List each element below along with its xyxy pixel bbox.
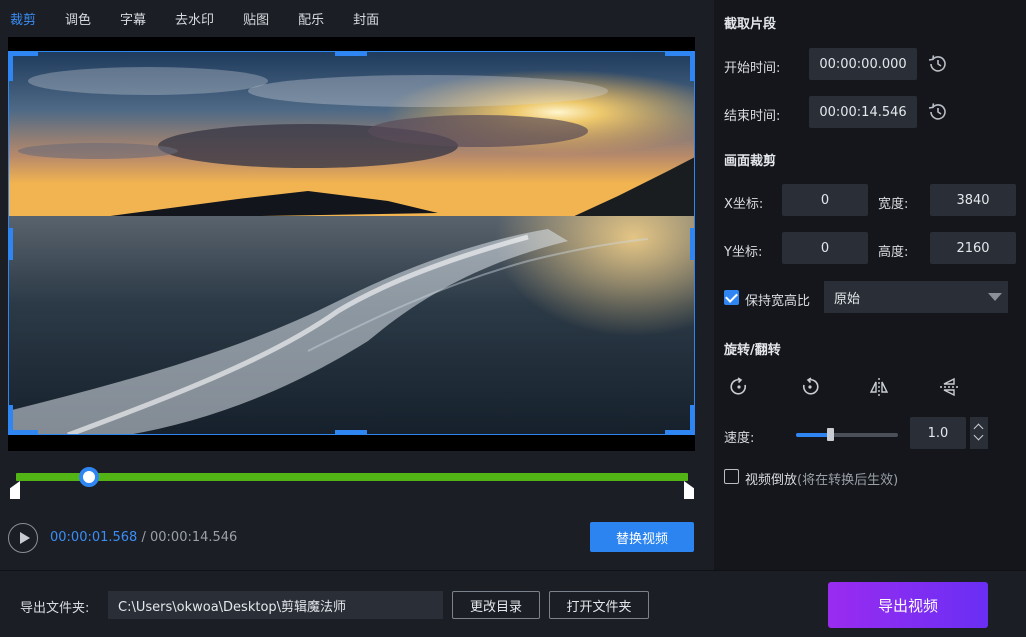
trim-timeline[interactable] — [10, 467, 694, 503]
speed-stepper[interactable] — [970, 417, 988, 449]
trim-end-handle[interactable] — [684, 481, 694, 499]
reverse-label: 视频倒放(将在转换后生效) — [745, 469, 898, 488]
trim-start-handle[interactable] — [10, 481, 20, 499]
change-directory-button[interactable]: 更改目录 — [452, 591, 540, 619]
reverse-label-text: 视频倒放 — [745, 473, 798, 488]
tab-cover[interactable]: 封面 — [353, 9, 379, 28]
export-video-button[interactable]: 导出视频 — [828, 582, 988, 628]
crop-handle-bl[interactable] — [8, 405, 13, 435]
crop-handle-top[interactable] — [335, 51, 367, 56]
timeline-track[interactable] — [16, 473, 688, 481]
reverse-checkbox[interactable] — [724, 469, 739, 484]
history-icon[interactable] — [926, 100, 950, 124]
width-input[interactable]: 3840 — [930, 184, 1016, 216]
playhead-knob[interactable] — [78, 467, 99, 487]
flip-vertical-icon[interactable] — [938, 376, 960, 398]
history-icon[interactable] — [926, 52, 950, 76]
speed-slider[interactable] — [796, 428, 898, 441]
ratio-select[interactable]: 原始 — [824, 281, 1008, 313]
end-time-input[interactable]: 00:00:14.546 — [809, 96, 917, 128]
crop-handle-tr[interactable] — [690, 51, 695, 81]
height-input[interactable]: 2160 — [930, 232, 1016, 264]
export-bar: 导出文件夹: C:\Users\okwoa\Desktop\剪辑魔法师 更改目录… — [0, 570, 1026, 637]
time-separator: / — [137, 530, 150, 545]
start-time-label: 开始时间: — [724, 61, 781, 76]
speed-slider-fill — [796, 433, 830, 437]
settings-panel: 截取片段 开始时间: 00:00:00.000 结束时间: 00:00:14.5… — [714, 0, 1026, 570]
speed-input[interactable]: 1.0 — [910, 417, 966, 449]
crop-handle-bottom[interactable] — [335, 430, 367, 435]
tab-watermark[interactable]: 去水印 — [175, 9, 214, 28]
crop-handle-tl[interactable] — [8, 51, 13, 81]
tab-sticker[interactable]: 贴图 — [243, 9, 269, 28]
crop-section-title: 画面裁剪 — [724, 154, 777, 169]
open-folder-button[interactable]: 打开文件夹 — [549, 591, 649, 619]
crop-rectangle[interactable] — [8, 51, 695, 435]
total-time: 00:00:14.546 — [150, 530, 238, 545]
flip-horizontal-icon[interactable] — [868, 376, 890, 398]
crop-handle-right[interactable] — [690, 228, 695, 260]
tab-subtitle[interactable]: 字幕 — [120, 9, 146, 28]
play-button[interactable] — [8, 523, 38, 553]
end-time-label: 结束时间: — [724, 109, 781, 124]
x-coord-label: X坐标: — [724, 197, 764, 212]
keep-ratio-label: 保持宽高比 — [745, 294, 811, 309]
speed-label: 速度: — [724, 431, 755, 446]
keep-ratio-checkbox[interactable] — [724, 290, 739, 305]
ratio-select-value: 原始 — [834, 291, 861, 307]
rotate-counterclockwise-icon[interactable] — [799, 376, 821, 398]
current-time: 00:00:01.568 — [50, 530, 138, 545]
tab-crop[interactable]: 裁剪 — [10, 9, 36, 28]
reverse-hint: (将在转换后生效) — [797, 473, 899, 488]
tab-color[interactable]: 调色 — [65, 9, 91, 28]
height-label: 高度: — [878, 245, 909, 260]
rotate-section-title: 旋转/翻转 — [724, 343, 781, 358]
y-coord-label: Y坐标: — [724, 245, 763, 260]
replace-video-button[interactable]: 替换视频 — [590, 522, 694, 552]
edit-tabs: 裁剪 调色 字幕 去水印 贴图 配乐 封面 — [0, 0, 714, 36]
output-folder-label: 导出文件夹: — [20, 601, 90, 616]
chevron-down-icon[interactable] — [973, 430, 984, 441]
rotate-clockwise-icon[interactable] — [728, 376, 750, 398]
tab-music[interactable]: 配乐 — [298, 9, 324, 28]
crop-handle-left[interactable] — [8, 228, 13, 260]
chevron-down-icon — [988, 293, 1002, 301]
playback-bar: 00:00:01.568 / 00:00:14.546 替换视频 — [8, 521, 694, 553]
clip-section-title: 截取片段 — [724, 17, 777, 32]
x-coord-input[interactable]: 0 — [782, 184, 868, 216]
start-time-input[interactable]: 00:00:00.000 — [809, 48, 917, 80]
crop-handle-br[interactable] — [690, 405, 695, 435]
y-coord-input[interactable]: 0 — [782, 232, 868, 264]
time-display: 00:00:01.568 / 00:00:14.546 — [50, 530, 237, 545]
width-label: 宽度: — [878, 197, 909, 212]
output-folder-path[interactable]: C:\Users\okwoa\Desktop\剪辑魔法师 — [108, 591, 443, 619]
video-preview — [8, 37, 695, 451]
speed-slider-thumb[interactable] — [826, 428, 834, 441]
editor-panel: 裁剪 调色 字幕 去水印 贴图 配乐 封面 00:00:01.568 / 00:… — [0, 0, 714, 570]
